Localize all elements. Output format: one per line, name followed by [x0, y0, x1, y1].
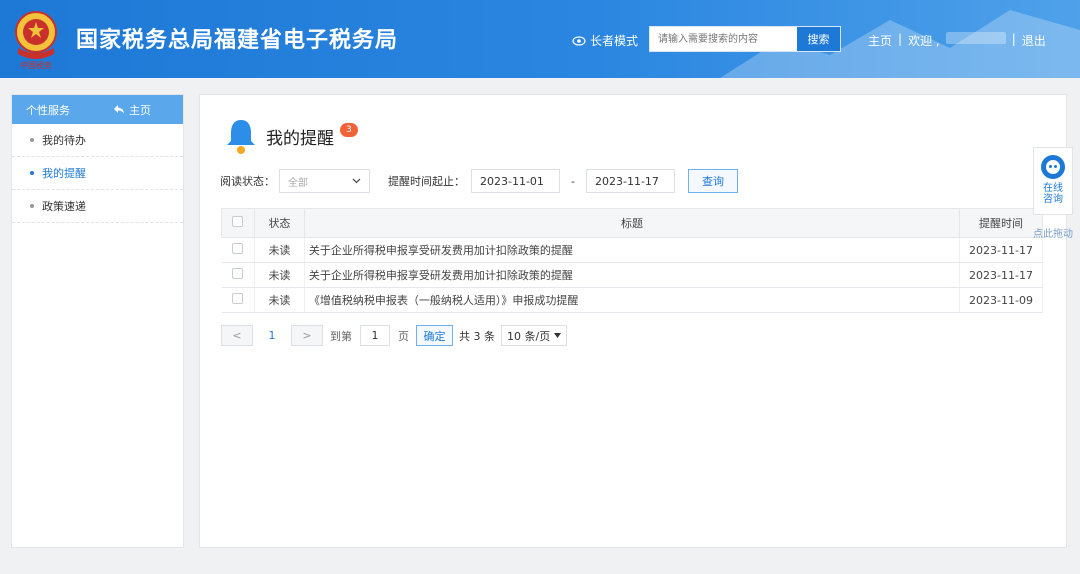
row-checkbox[interactable] [232, 293, 244, 304]
header-bar: 中国税务 国家税务总局福建省电子税务局 长者模式 搜索 主页 | 欢迎 , | … [0, 0, 1080, 78]
row-checkbox-cell [221, 237, 255, 263]
total-count: 共 3 条 [459, 329, 495, 343]
page-title: 我的提醒 [266, 128, 334, 149]
main-panel: 我的提醒 3 阅读状态： 全部 提醒时间起止： 2023-11-01 - 202… [199, 94, 1067, 548]
row-checkbox-cell [221, 262, 255, 288]
page-unit-label: 页 [398, 329, 409, 343]
reminder-table: 状态 标题 提醒时间 未读 关于企业所得税申报享受研发费用加计扣除政策的提醒 2… [221, 208, 1043, 313]
table-row[interactable]: 未读 关于企业所得税申报享受研发费用加计扣除政策的提醒 2023-11-17 [221, 237, 1043, 263]
chevron-down-icon [352, 178, 361, 184]
eye-icon [572, 35, 586, 46]
nav-separator: | [898, 32, 903, 46]
time-range-label: 提醒时间起止： [388, 175, 465, 188]
table-row[interactable]: 未读 《增值税纳税申报表（一般纳税人适用）》申报成功提醒 2023-11-09 [221, 287, 1043, 313]
top-nav: 主页 | 欢迎 , | 退出 [868, 32, 1046, 49]
table-row[interactable]: 未读 关于企业所得税申报享受研发费用加计扣除政策的提醒 2023-11-17 [221, 262, 1043, 288]
back-arrow-icon [114, 105, 124, 114]
sidebar-item-label: 我的提醒 [42, 167, 86, 180]
row-status: 未读 [254, 237, 305, 263]
goto-label: 到第 [330, 329, 352, 343]
drag-hint[interactable]: 点此拖动 [1033, 225, 1073, 240]
row-time: 2023-11-09 [959, 287, 1043, 313]
nav-welcome: 欢迎 , [908, 34, 940, 48]
filter-bar: 阅读状态： 全部 提醒时间起止： 2023-11-01 - 2023-11-17… [220, 169, 738, 193]
nav-separator: | [1011, 32, 1016, 46]
tax-emblem-logo: 中国税务 [15, 11, 57, 70]
current-page-number[interactable]: 1 [253, 329, 291, 342]
page-size-value: 10 条/页 [507, 329, 551, 343]
date-start-input[interactable]: 2023-11-01 [471, 169, 560, 193]
query-button[interactable]: 查询 [687, 169, 738, 193]
sidebar-item-todo[interactable]: 我的待办 [12, 124, 183, 157]
unread-count-badge: 3 [340, 123, 358, 137]
page-heading: 我的提醒 3 [224, 117, 358, 155]
online-consult-widget[interactable]: 在线 咨询 [1033, 147, 1073, 215]
elder-mode-toggle[interactable]: 长者模式 [572, 32, 638, 49]
next-page-button[interactable]: > [291, 325, 323, 346]
goto-confirm-button[interactable]: 确定 [416, 325, 453, 346]
site-title: 国家税务总局福建省电子税务局 [76, 28, 399, 53]
nav-logout-link[interactable]: 退出 [1022, 32, 1046, 49]
search-button[interactable]: 搜索 [796, 27, 840, 51]
select-all-cell [221, 208, 255, 238]
sidebar-head-label: 个性服务 [26, 103, 70, 117]
search-input[interactable] [650, 27, 796, 51]
sidebar-home-label: 主页 [129, 103, 151, 117]
select-all-checkbox[interactable] [232, 216, 244, 227]
date-end-input[interactable]: 2023-11-17 [585, 169, 675, 193]
bullet-icon [30, 171, 34, 175]
row-time: 2023-11-17 [959, 237, 1043, 263]
emblem-caption: 中国税务 [20, 60, 52, 70]
sidebar-item-label: 我的待办 [42, 134, 86, 147]
row-time: 2023-11-17 [959, 262, 1043, 288]
sidebar-item-policy[interactable]: 政策速递 [12, 190, 183, 223]
prev-page-button[interactable]: < [221, 325, 253, 346]
row-title-link[interactable]: 关于企业所得税申报享受研发费用加计扣除政策的提醒 [304, 262, 961, 288]
time-header: 提醒时间 [959, 208, 1043, 238]
bullet-icon [30, 138, 34, 142]
bell-icon [227, 120, 255, 154]
bullet-icon [30, 204, 34, 208]
date-separator: - [571, 174, 575, 188]
row-checkbox[interactable] [232, 243, 244, 254]
pagination: < 1 > 到第 1 页 确定 共 3 条 10 条/页 [221, 325, 568, 346]
row-checkbox-cell [221, 287, 255, 313]
row-title-link[interactable]: 关于企业所得税申报享受研发费用加计扣除政策的提醒 [304, 237, 961, 263]
row-status: 未读 [254, 287, 305, 313]
goto-page-input[interactable]: 1 [360, 325, 390, 346]
sidebar-item-reminders[interactable]: 我的提醒 [12, 157, 183, 190]
sidebar-item-label: 政策速递 [42, 200, 86, 213]
chat-robot-icon [1041, 155, 1065, 179]
elder-mode-label: 长者模式 [590, 34, 639, 48]
sidebar-home-link[interactable]: 主页 [114, 102, 151, 118]
search-box: 搜索 [649, 26, 841, 52]
read-status-select[interactable]: 全部 [279, 169, 370, 193]
read-status-value: 全部 [288, 177, 308, 189]
consult-label-line2: 咨询 [1043, 194, 1063, 205]
read-status-label: 阅读状态： [220, 175, 275, 188]
title-header: 标题 [303, 208, 961, 238]
page-size-select[interactable]: 10 条/页 [501, 325, 568, 346]
consult-label-line1: 在线 [1043, 183, 1063, 194]
row-checkbox[interactable] [232, 268, 244, 279]
caret-down-icon [554, 333, 562, 338]
sidebar-header: 个性服务 主页 [12, 95, 183, 124]
table-header-row: 状态 标题 提醒时间 [221, 208, 1043, 238]
status-header: 状态 [253, 208, 305, 238]
sidebar: 个性服务 主页 我的待办 我的提醒 政策速递 [11, 94, 184, 548]
nav-home-link[interactable]: 主页 [868, 32, 892, 49]
row-title-link[interactable]: 《增值税纳税申报表（一般纳税人适用）》申报成功提醒 [304, 287, 961, 313]
username-redacted [945, 32, 1006, 44]
row-status: 未读 [254, 262, 305, 288]
